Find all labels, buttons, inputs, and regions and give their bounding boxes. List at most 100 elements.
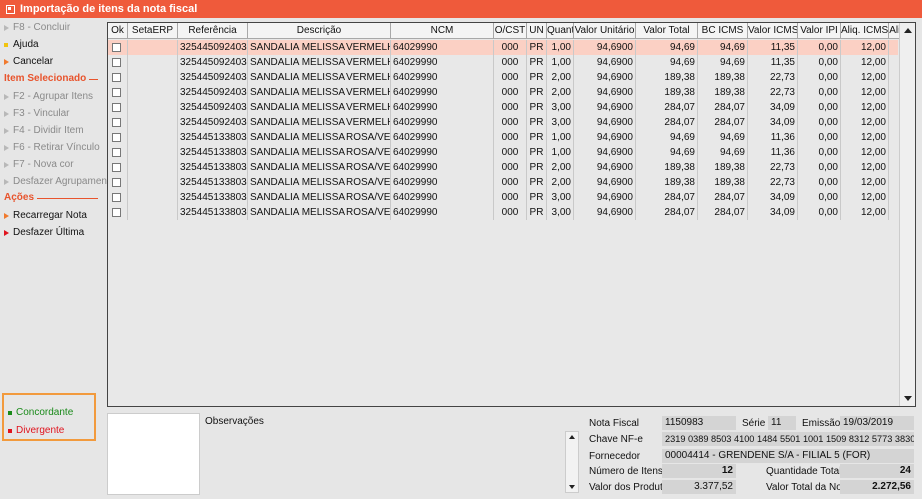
ok-checkbox[interactable] bbox=[112, 43, 121, 52]
ok-checkbox[interactable] bbox=[112, 118, 121, 127]
play-icon bbox=[4, 110, 9, 117]
group-items-button[interactable]: F2 - Agrupar Itens bbox=[4, 89, 93, 104]
ncm-cell: 64029990 bbox=[391, 70, 494, 85]
product-color: VERMELHO bbox=[346, 72, 390, 83]
play-icon bbox=[4, 178, 9, 185]
observations-area[interactable]: Observações bbox=[202, 413, 580, 495]
column-header-ipi-value[interactable]: Valor IPI bbox=[798, 23, 841, 39]
column-header-description[interactable]: Descrição bbox=[248, 23, 391, 39]
play-icon bbox=[4, 212, 9, 219]
column-header-cst[interactable]: O/CST bbox=[494, 23, 527, 39]
bc-icms-cell: 189,38 bbox=[698, 70, 748, 85]
link-button[interactable]: F3 - Vincular bbox=[4, 106, 70, 121]
scroll-up-icon[interactable] bbox=[569, 435, 575, 439]
column-header-reference[interactable]: Referência bbox=[178, 23, 248, 39]
scroll-down-icon[interactable] bbox=[569, 485, 575, 489]
product-color: ROSA/VERM bbox=[346, 207, 391, 218]
seta-erp-cell bbox=[128, 160, 178, 175]
unlink-button[interactable]: F6 - Retirar Vínculo bbox=[4, 140, 100, 155]
ok-checkbox[interactable] bbox=[112, 58, 121, 67]
undo-group-button[interactable]: Desfazer Agrupamento bbox=[4, 174, 115, 189]
ok-checkbox[interactable] bbox=[112, 163, 121, 172]
ok-checkbox[interactable] bbox=[112, 103, 121, 112]
column-header-ok[interactable]: Ok bbox=[108, 23, 128, 39]
undo-last-button[interactable]: Desfazer Última bbox=[4, 225, 84, 240]
table-row[interactable]: 32544513380350SANDALIA MELISSAROSA/VERM6… bbox=[108, 160, 915, 175]
table-row[interactable]: 32544513380334SANDALIA MELISSAROSA/VERM6… bbox=[108, 130, 915, 145]
ncm-cell: 64029990 bbox=[391, 100, 494, 115]
table-row[interactable]: 32544513380394SANDALIA MELISSAROSA/VERM6… bbox=[108, 145, 915, 160]
bc-icms-cell: 284,07 bbox=[698, 190, 748, 205]
description-cell: SANDALIA MELISSAROSA/VERM bbox=[248, 160, 391, 175]
ok-checkbox[interactable] bbox=[112, 178, 121, 187]
column-header-seta-erp[interactable]: SetaERP bbox=[128, 23, 178, 39]
scroll-up-icon[interactable] bbox=[904, 28, 912, 33]
table-row[interactable]: 32544509240350SANDALIA MELISSAVERMELHO64… bbox=[108, 70, 915, 85]
column-header-bc-icms[interactable]: BC ICMS bbox=[698, 23, 748, 39]
table-row[interactable]: 32544513380380SANDALIA MELISSAROSA/VERM6… bbox=[108, 175, 915, 190]
invoice-number-field: 1150983 bbox=[662, 416, 736, 430]
bc-icms-cell: 189,38 bbox=[698, 85, 748, 100]
table-row[interactable]: 32544513380370SANDALIA MELISSAROSA/VERM6… bbox=[108, 205, 915, 220]
undo-group-label: Desfazer Agrupamento bbox=[13, 176, 116, 187]
column-header-quantity[interactable]: Quant. bbox=[547, 23, 574, 39]
ok-cell bbox=[108, 55, 128, 70]
cancel-button[interactable]: Cancelar bbox=[4, 54, 53, 69]
ok-checkbox[interactable] bbox=[112, 148, 121, 157]
product-name: SANDALIA MELISSA bbox=[250, 162, 346, 173]
ok-cell bbox=[108, 115, 128, 130]
column-header-unit-value[interactable]: Valor Unitário bbox=[574, 23, 636, 39]
column-header-ncm[interactable]: NCM bbox=[391, 23, 494, 39]
column-header-unit[interactable]: UN bbox=[527, 23, 547, 39]
table-row[interactable]: 32544509240370SANDALIA MELISSAVERMELHO64… bbox=[108, 115, 915, 130]
product-color: VERMELHO bbox=[346, 117, 390, 128]
column-header-icms-rate[interactable]: Aliq. ICMS bbox=[841, 23, 889, 39]
total-value-cell: 94,69 bbox=[636, 55, 698, 70]
icms-rate-cell: 12,00 bbox=[841, 160, 889, 175]
unit-value-cell: 94,6900 bbox=[574, 115, 636, 130]
window-title: Importação de itens da nota fiscal bbox=[20, 3, 198, 15]
unit-cell: PR bbox=[527, 145, 547, 160]
help-button[interactable]: Ajuda bbox=[4, 37, 39, 52]
table-row[interactable]: 32544509240334SANDALIA MELISSAVERMELHO64… bbox=[108, 40, 915, 55]
ok-checkbox[interactable] bbox=[112, 133, 121, 142]
product-name: SANDALIA MELISSA bbox=[250, 147, 346, 158]
ncm-cell: 64029990 bbox=[391, 40, 494, 55]
items-grid[interactable]: Ok SetaERP Referência Descrição NCM O/CST UN Qu… bbox=[107, 22, 916, 407]
unit-value-cell: 94,6900 bbox=[574, 130, 636, 145]
series-field: 11 bbox=[768, 416, 796, 430]
description-cell: SANDALIA MELISSAROSA/VERM bbox=[248, 145, 391, 160]
reload-invoice-button[interactable]: Recarregar Nota bbox=[4, 208, 87, 223]
ipi-value-cell: 0,00 bbox=[798, 175, 841, 190]
ncm-cell: 64029990 bbox=[391, 130, 494, 145]
product-name: SANDALIA MELISSA bbox=[250, 72, 346, 83]
ok-checkbox[interactable] bbox=[112, 88, 121, 97]
quantity-cell: 1,00 bbox=[547, 145, 574, 160]
new-color-button[interactable]: F7 - Nova cor bbox=[4, 157, 74, 172]
icms-rate-cell: 12,00 bbox=[841, 70, 889, 85]
ok-checkbox[interactable] bbox=[112, 208, 121, 217]
icms-value-cell: 11,35 bbox=[748, 40, 798, 55]
ncm-cell: 64029990 bbox=[391, 145, 494, 160]
conclude-button[interactable]: F8 - Concluir bbox=[4, 20, 70, 35]
scroll-down-icon[interactable] bbox=[904, 396, 912, 401]
product-color: VERMELHO bbox=[346, 57, 390, 68]
split-item-button[interactable]: F4 - Dividir Item bbox=[4, 123, 84, 138]
unit-value-cell: 94,6900 bbox=[574, 175, 636, 190]
total-value-cell: 189,38 bbox=[636, 70, 698, 85]
unit-value-cell: 94,6900 bbox=[574, 85, 636, 100]
column-header-total-value[interactable]: Valor Total bbox=[636, 23, 698, 39]
table-row[interactable]: 32544509240394SANDALIA MELISSAVERMELHO64… bbox=[108, 55, 915, 70]
play-icon bbox=[4, 24, 9, 31]
ok-checkbox[interactable] bbox=[112, 73, 121, 82]
unit-cell: PR bbox=[527, 55, 547, 70]
help-icon bbox=[4, 42, 8, 47]
table-row[interactable]: 32544513380360SANDALIA MELISSAROSA/VERM6… bbox=[108, 190, 915, 205]
observations-scrollbar[interactable] bbox=[565, 431, 579, 493]
table-row[interactable]: 32544509240380SANDALIA MELISSAVERMELHO64… bbox=[108, 85, 915, 100]
column-header-icms-value[interactable]: Valor ICMS bbox=[748, 23, 798, 39]
grid-scrollbar[interactable] bbox=[899, 23, 915, 406]
ipi-value-cell: 0,00 bbox=[798, 85, 841, 100]
ok-checkbox[interactable] bbox=[112, 193, 121, 202]
table-row[interactable]: 32544509240360SANDALIA MELISSAVERMELHO64… bbox=[108, 100, 915, 115]
